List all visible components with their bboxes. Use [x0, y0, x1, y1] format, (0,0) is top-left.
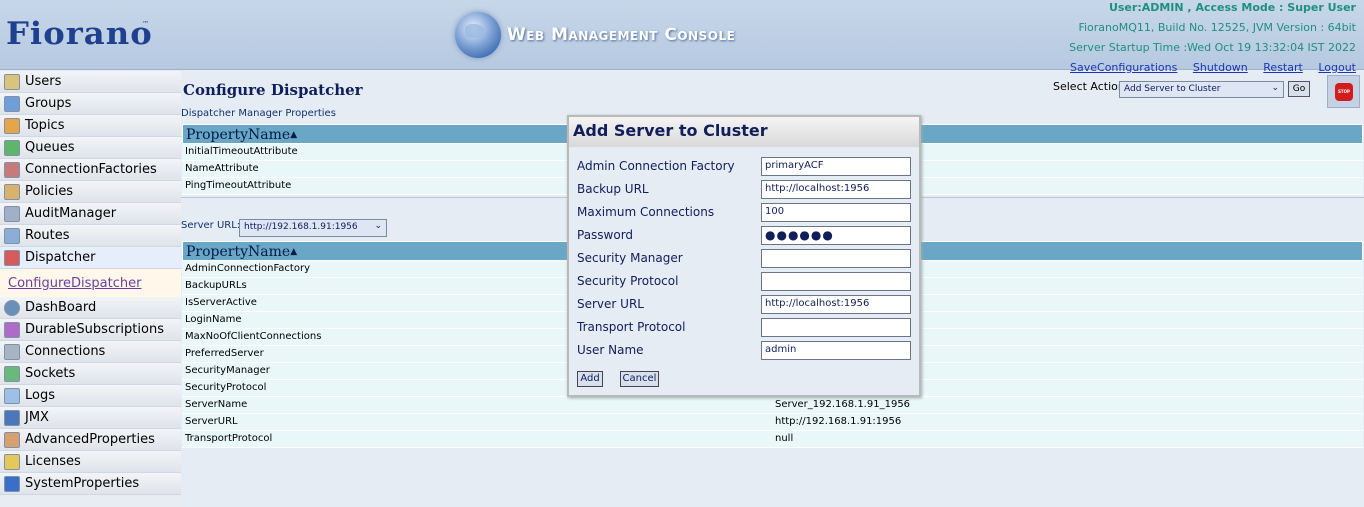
field-label: Security Protocol	[577, 274, 679, 288]
backup-url-input[interactable]: http://localhost:1956	[761, 180, 911, 199]
security-manager-input[interactable]	[761, 249, 911, 268]
sidebar: Users Groups Topics Queues ConnectionFac…	[0, 71, 181, 507]
go-button[interactable]: Go	[1288, 81, 1310, 97]
sidebar-item-licenses[interactable]: Licenses	[0, 451, 181, 473]
field-label: Transport Protocol	[577, 320, 686, 334]
console-title-text: Web Management Console	[507, 25, 736, 45]
dispatcher-icon	[4, 249, 20, 266]
startup-time: Server Startup Time :Wed Oct 19 13:32:04…	[1069, 41, 1356, 54]
form-row-user-name: User Name admin	[577, 341, 913, 360]
sidebar-item-connection-factories[interactable]: ConnectionFactories	[0, 159, 181, 181]
sidebar-item-users[interactable]: Users	[0, 71, 181, 93]
audit-manager-icon	[4, 205, 20, 222]
sidebar-item-dispatcher[interactable]: Dispatcher	[0, 247, 181, 269]
field-label: Backup URL	[577, 182, 649, 196]
sidebar-item-groups[interactable]: Groups	[0, 93, 181, 115]
form-row-password: Password ●●●●●●	[577, 226, 913, 245]
cancel-button[interactable]: Cancel	[620, 371, 659, 387]
sidebar-item-jmx[interactable]: JMX	[0, 407, 181, 429]
security-protocol-input[interactable]	[761, 272, 911, 291]
sidebar-item-logs[interactable]: Logs	[0, 385, 181, 407]
field-label: Server URL	[577, 297, 644, 311]
sidebar-item-audit-manager[interactable]: AuditManager	[0, 203, 181, 225]
chevron-down-icon: ⌄	[1271, 83, 1279, 93]
form-row-server-url: Server URL http://localhost:1956	[577, 295, 913, 314]
policies-icon	[4, 183, 20, 200]
select-action-dropdown[interactable]: Add Server to Cluster ⌄	[1119, 81, 1284, 98]
page-title: Configure Dispatcher	[183, 81, 363, 99]
system-properties-icon	[4, 475, 20, 492]
add-button[interactable]: Add	[577, 371, 603, 387]
transport-protocol-input[interactable]	[761, 318, 911, 337]
server-url-label: Server URL::	[181, 220, 244, 231]
connection-factories-icon	[4, 161, 20, 178]
console-title: Web Management Console	[455, 12, 736, 58]
field-label: Maximum Connections	[577, 205, 715, 219]
dialog-title: Add Server to Cluster	[569, 117, 919, 147]
sidebar-subitem-configure-dispatcher: ConfigureDispatcher	[0, 269, 181, 297]
server-url-input[interactable]: http://localhost:1956	[761, 295, 911, 314]
sidebar-item-system-properties[interactable]: SystemProperties	[0, 473, 181, 495]
password-input[interactable]: ●●●●●●	[761, 226, 911, 245]
maximum-connections-input[interactable]: 100	[761, 203, 911, 222]
routes-icon	[4, 227, 20, 244]
connections-icon	[4, 343, 20, 360]
dispatcher-manager-properties-label: Dispatcher Manager Properties	[181, 108, 336, 119]
sidebar-item-queues[interactable]: Queues	[0, 137, 181, 159]
header-info: User:ADMIN , Access Mode : Super User Fi…	[1058, 0, 1356, 80]
topics-icon	[4, 117, 20, 134]
field-label: Password	[577, 228, 634, 242]
globe-icon	[455, 12, 501, 58]
durable-subscriptions-icon	[4, 321, 20, 338]
sidebar-item-sockets[interactable]: Sockets	[0, 363, 181, 385]
build-info: FioranoMQ11, Build No. 12525, JVM Versio…	[1078, 21, 1356, 34]
sidebar-item-topics[interactable]: Topics	[0, 115, 181, 137]
users-icon	[4, 73, 20, 90]
form-row-transport-protocol: Transport Protocol	[577, 318, 913, 337]
sort-asc-icon: ▲	[290, 130, 298, 140]
sidebar-item-durable-subscriptions[interactable]: DurableSubscriptions	[0, 319, 181, 341]
queues-icon	[4, 139, 20, 156]
table-row: ServerName Server_192.168.1.91_1956	[182, 397, 1363, 414]
add-server-dialog: Add Server to Cluster Admin Connection F…	[567, 115, 921, 397]
groups-icon	[4, 95, 20, 112]
sort-asc-icon: ▲	[290, 247, 298, 257]
header: Fiorano ™ Web Management Console User:AD…	[0, 0, 1364, 74]
form-row-backup-url: Backup URL http://localhost:1956	[577, 180, 913, 199]
form-row-security-protocol: Security Protocol	[577, 272, 913, 291]
form-row-admin-connection-factory: Admin Connection Factory primaryACF	[577, 157, 913, 176]
user-info: User:ADMIN , Access Mode : Super User	[1108, 1, 1356, 14]
form-row-security-manager: Security Manager	[577, 249, 913, 268]
advanced-properties-icon	[4, 431, 20, 448]
table-row: TransportProtocol null	[182, 431, 1363, 448]
field-label: User Name	[577, 343, 644, 357]
sidebar-item-policies[interactable]: Policies	[0, 181, 181, 203]
trademark-mark: ™	[142, 20, 149, 28]
sidebar-item-connections[interactable]: Connections	[0, 341, 181, 363]
sidebar-item-advanced-properties[interactable]: AdvancedProperties	[0, 429, 181, 451]
jmx-icon	[4, 409, 20, 426]
admin-connection-factory-input[interactable]: primaryACF	[761, 157, 911, 176]
chevron-down-icon: ⌄	[374, 221, 382, 231]
form-row-maximum-connections: Maximum Connections 100	[577, 203, 913, 222]
stop-icon[interactable]	[1327, 75, 1360, 108]
sidebar-item-dashboard[interactable]: DashBoard	[0, 297, 181, 319]
table-row: ServerURL http://192.168.1.91:1956	[182, 414, 1363, 431]
field-label: Security Manager	[577, 251, 683, 265]
logs-icon	[4, 387, 20, 404]
fiorano-logo: Fiorano	[6, 16, 153, 52]
sidebar-item-routes[interactable]: Routes	[0, 225, 181, 247]
server-url-dropdown[interactable]: http://192.168.1.91:1956 ⌄	[239, 219, 387, 237]
user-name-input[interactable]: admin	[761, 341, 911, 360]
field-label: Admin Connection Factory	[577, 159, 735, 173]
configure-dispatcher-link[interactable]: ConfigureDispatcher	[8, 276, 141, 291]
licenses-icon	[4, 453, 20, 470]
sockets-icon	[4, 365, 20, 382]
dashboard-icon	[4, 299, 20, 316]
